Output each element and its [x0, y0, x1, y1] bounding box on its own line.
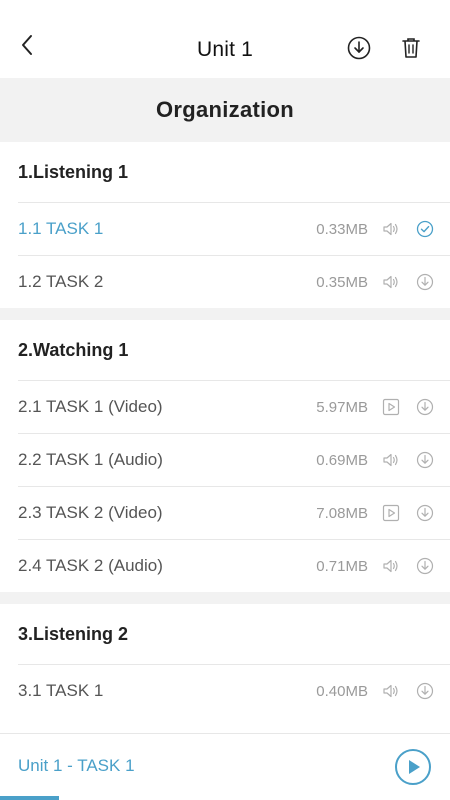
speaker-icon[interactable]	[382, 682, 400, 700]
file-size: 0.69MB	[316, 451, 368, 469]
group-separator	[0, 592, 450, 604]
row-actions	[382, 398, 434, 416]
video-play-icon[interactable]	[382, 398, 400, 416]
task-label: 2.4 TASK 2 (Audio)	[18, 556, 163, 575]
task-row[interactable]: 2.2 TASK 1 (Audio) 0.69MB	[18, 433, 450, 486]
play-circle-icon	[394, 749, 432, 790]
file-size: 0.33MB	[316, 220, 368, 238]
task-label: 3.1 TASK 1	[18, 681, 104, 700]
row-actions	[382, 557, 434, 575]
speaker-icon[interactable]	[382, 557, 400, 575]
download-all-button[interactable]	[346, 36, 372, 65]
task-row[interactable]: 3.1 TASK 1 0.40MB	[18, 664, 450, 717]
download-icon[interactable]	[416, 273, 434, 291]
check-circle-icon[interactable]	[416, 220, 434, 238]
task-row[interactable]: 2.4 TASK 2 (Audio) 0.71MB	[18, 539, 450, 592]
file-size: 0.40MB	[316, 682, 368, 700]
task-label: 2.2 TASK 1 (Audio)	[18, 450, 163, 469]
delete-button[interactable]	[398, 37, 424, 63]
now-playing-label[interactable]: Unit 1 - TASK 1	[18, 756, 135, 776]
playback-progress-bar[interactable]	[0, 796, 59, 800]
download-icon[interactable]	[416, 557, 434, 575]
task-group: 2.Watching 1 2.1 TASK 1 (Video) 5.97MB 2.2 …	[0, 320, 450, 592]
download-icon[interactable]	[416, 451, 434, 469]
group-title: 1.Listening 1	[18, 161, 129, 182]
play-button[interactable]	[394, 748, 432, 786]
download-icon[interactable]	[416, 682, 434, 700]
task-label: 1.2 TASK 2	[18, 272, 104, 291]
file-size: 5.97MB	[316, 398, 368, 416]
row-actions	[382, 451, 434, 469]
organization-header: Organization	[0, 78, 450, 142]
row-actions	[382, 220, 434, 238]
row-actions	[382, 504, 434, 522]
task-row[interactable]: 1.1 TASK 1 0.33MB	[18, 202, 450, 255]
top-actions	[346, 36, 424, 65]
task-group: 1.Listening 1 1.1 TASK 1 0.33MB 1.2 TASK 2 0…	[0, 142, 450, 308]
row-actions	[382, 682, 434, 700]
player-bar: Unit 1 - TASK 1	[0, 733, 450, 800]
speaker-icon[interactable]	[382, 451, 400, 469]
task-list: 1.Listening 1 1.1 TASK 1 0.33MB 1.2 TASK 2 0…	[0, 142, 450, 717]
file-size: 0.71MB	[316, 557, 368, 575]
file-size: 7.08MB	[316, 504, 368, 522]
task-label: 2.1 TASK 1 (Video)	[18, 397, 163, 416]
speaker-icon[interactable]	[382, 273, 400, 291]
task-group: 3.Listening 2 3.1 TASK 1 0.40MB	[0, 604, 450, 717]
task-row[interactable]: 2.1 TASK 1 (Video) 5.97MB	[18, 380, 450, 433]
download-icon	[347, 36, 371, 65]
file-size: 0.35MB	[316, 273, 368, 291]
task-row[interactable]: 1.2 TASK 2 0.35MB	[18, 255, 450, 308]
row-actions	[382, 273, 434, 291]
group-title: 2.Watching 1	[18, 339, 129, 360]
trash-icon	[400, 36, 422, 65]
task-label: 2.3 TASK 2 (Video)	[18, 503, 163, 522]
speaker-icon[interactable]	[382, 220, 400, 238]
task-label: 1.1 TASK 1	[18, 219, 104, 238]
group-title: 3.Listening 2	[18, 623, 129, 644]
download-icon[interactable]	[416, 504, 434, 522]
top-bar: Unit 1	[0, 0, 450, 78]
download-icon[interactable]	[416, 398, 434, 416]
video-play-icon[interactable]	[382, 504, 400, 522]
group-separator	[0, 308, 450, 320]
task-row[interactable]: 2.3 TASK 2 (Video) 7.08MB	[18, 486, 450, 539]
